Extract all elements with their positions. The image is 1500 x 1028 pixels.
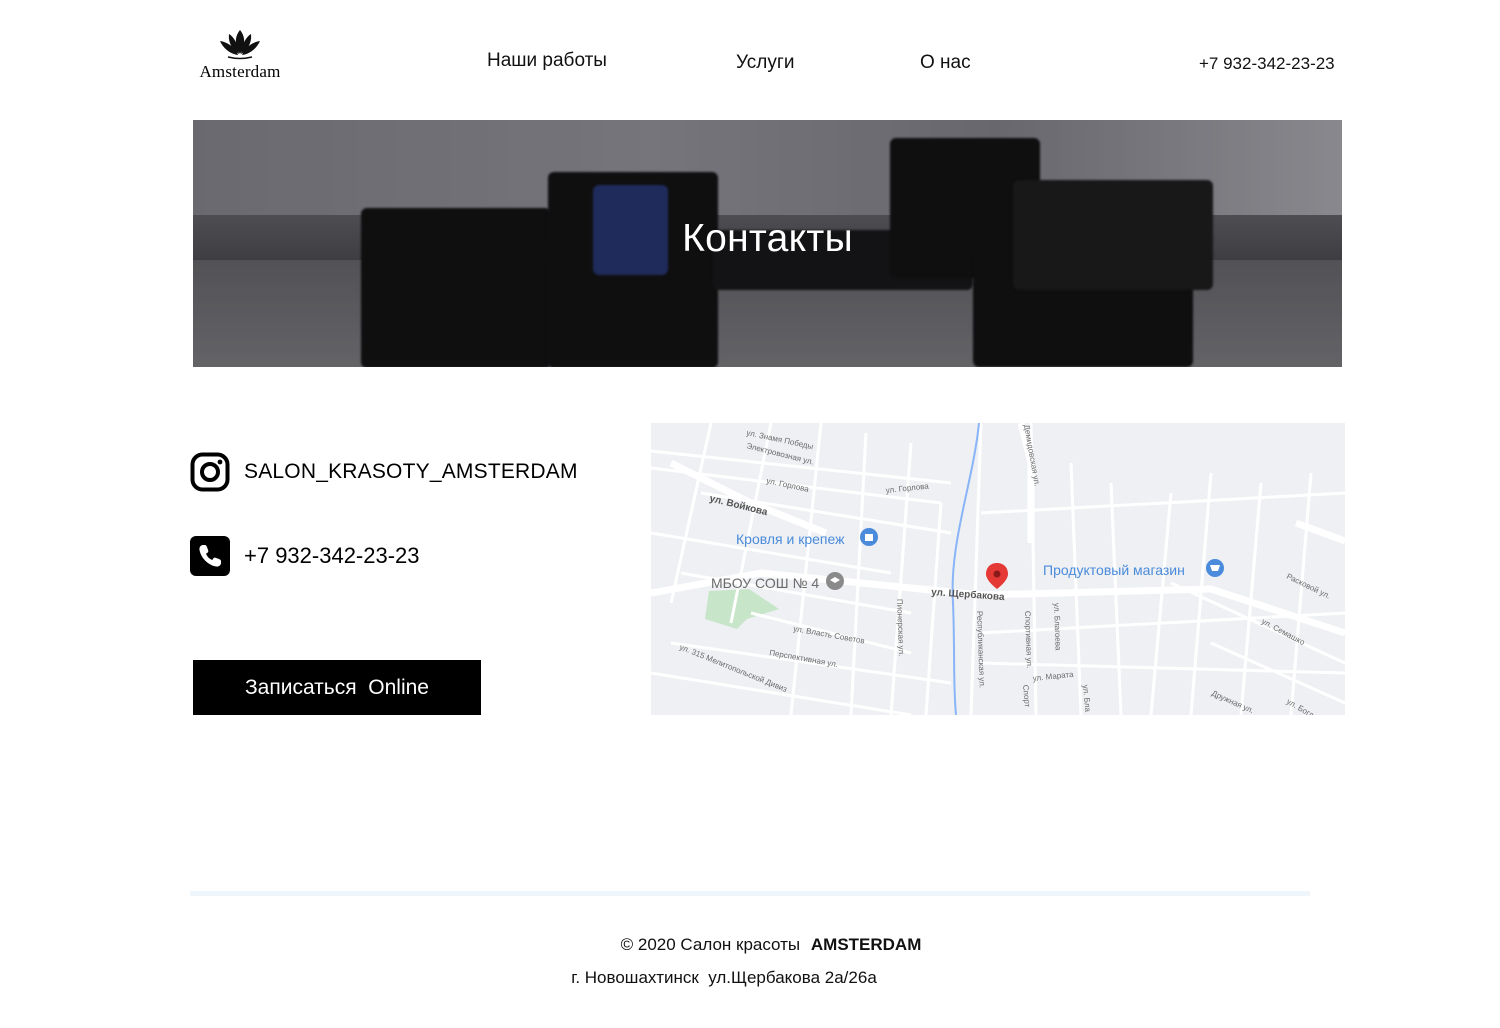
book-online-button[interactable]: Записаться Online [193,660,481,715]
header-phone-link[interactable]: +7 932-342-23-23 [1199,54,1335,74]
svg-text:МБОУ СОШ № 4: МБОУ СОШ № 4 [711,575,819,591]
instagram-handle: SALON_KRASOTY_AMSTERDAM [244,460,578,483]
logo-text: Amsterdam [199,62,281,81]
footer-address: г. Новошахтинск ул.Щербакова 2а/26а [0,968,1474,988]
map-street-label: ул. Благоева [1052,603,1063,651]
logo[interactable]: Amsterdam [190,28,290,84]
svg-text:Продуктовый магазин: Продуктовый магазин [1043,562,1185,578]
svg-text:Кровля и крепеж: Кровля и крепеж [736,531,845,547]
nav-services[interactable]: Услуги [736,52,794,74]
footer-copyright: © 2020 Салон красоты AMSTERDAM [21,935,1500,955]
instagram-contact[interactable]: SALON_KRASOTY_AMSTERDAM [190,452,578,492]
footer-brand: AMSTERDAM [810,935,922,954]
instagram-icon [190,452,230,492]
lotus-icon [220,30,260,60]
map-canvas[interactable]: ул. Знамя Победы Электровозная ул. ул. Г… [651,423,1345,715]
phone-contact[interactable]: +7 932-342-23-23 [190,536,420,576]
phone-icon [190,536,230,576]
map[interactable]: ул. Знамя Победы Электровозная ул. ул. Г… [651,423,1345,715]
footer-address-text: г. Новошахтинск ул.Щербакова 2а/26а [571,968,877,987]
contact-phone: +7 932-342-23-23 [244,543,420,568]
nav-our-works[interactable]: Наши работы [487,50,607,72]
nav-about[interactable]: О нас [920,52,971,74]
hero-banner: Контакты [193,120,1342,367]
footer-copyright-text: © 2020 Салон красоты [620,935,801,954]
footer-divider [190,891,1310,896]
page-title: Контакты [682,217,853,260]
